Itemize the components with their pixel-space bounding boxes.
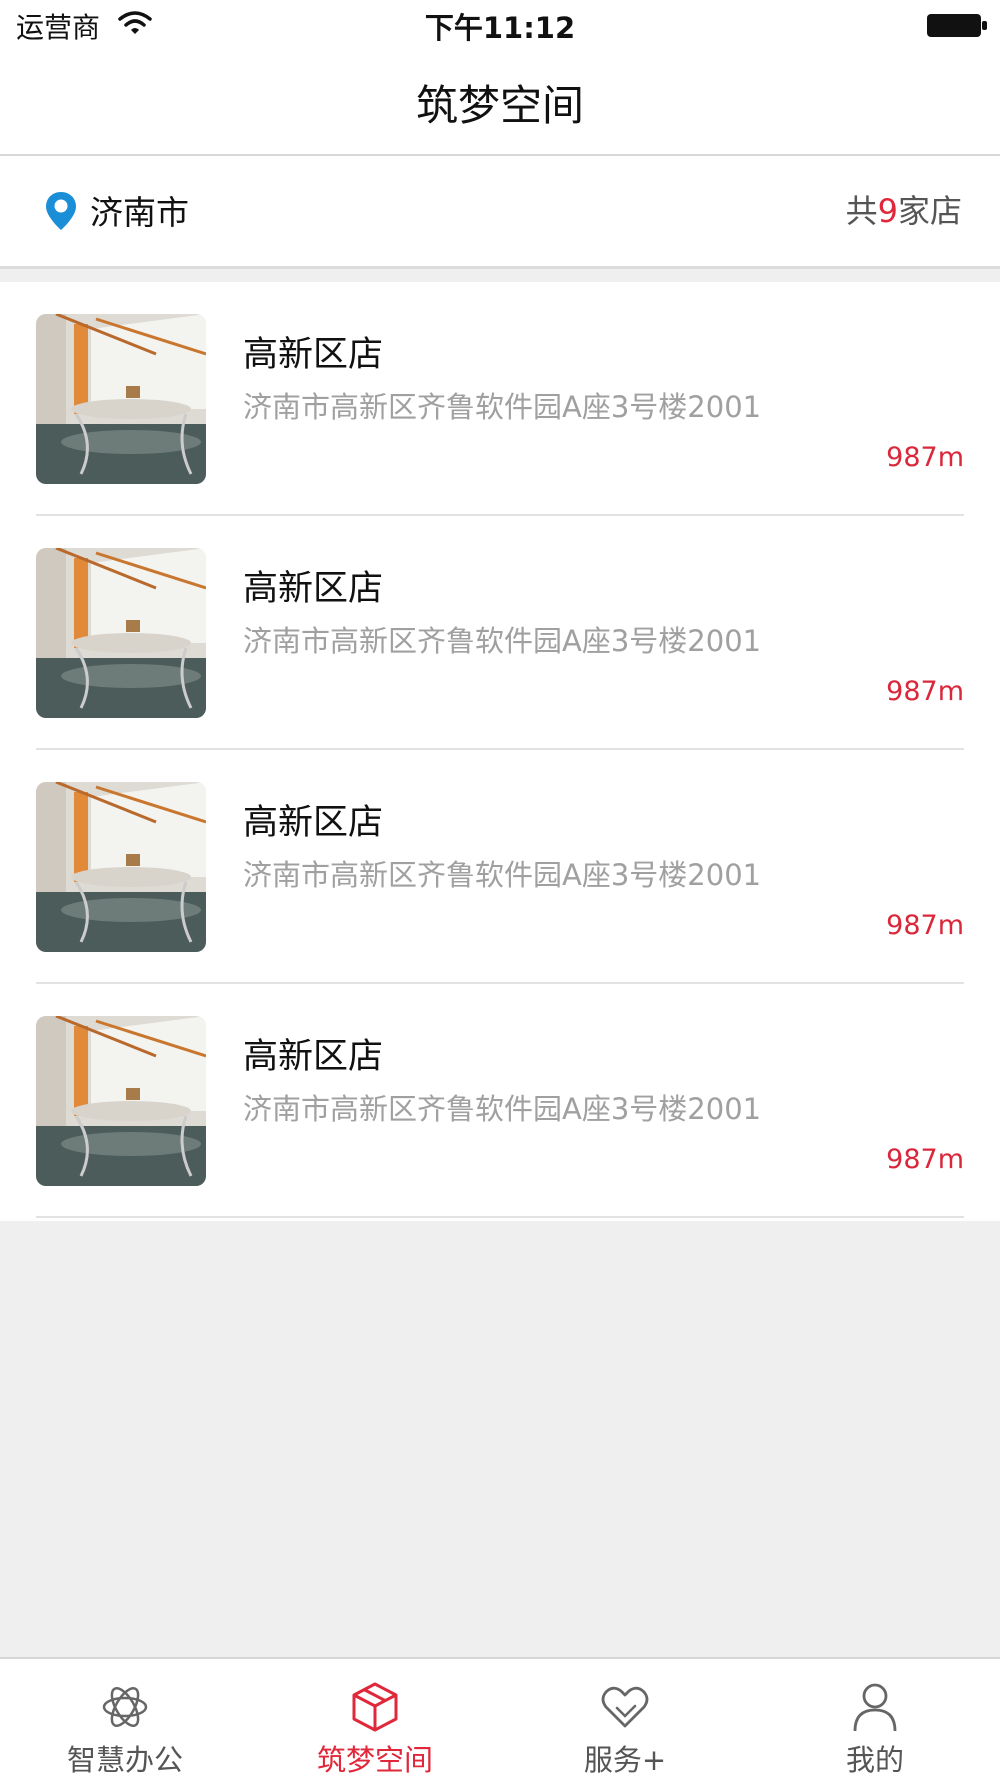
tab-services[interactable]: 服务+ (500, 1659, 750, 1778)
page-title: 筑梦空间 (415, 81, 584, 130)
store-address: 济南市高新区齐鲁软件园A座3号楼2001 (243, 1092, 762, 1126)
status-bar: 运营商 下午11:12 (0, 0, 1000, 52)
store-count: 共9家店 (846, 186, 962, 232)
person-icon (853, 1683, 897, 1732)
tab-bar: 智慧办公 筑梦空间 服务+ 我的 (0, 1657, 1000, 1778)
store-count-number: 9 (877, 192, 898, 230)
divider (36, 1216, 964, 1218)
battery-icon (927, 14, 987, 37)
atom-icon (102, 1687, 148, 1727)
store-thumbnail (36, 548, 206, 718)
store-count-suffix: 家店 (897, 192, 962, 230)
store-address: 济南市高新区齐鲁软件园A座3号楼2001 (243, 390, 762, 424)
store-distance: 987m (886, 910, 964, 941)
store-count-prefix: 共 (845, 192, 878, 230)
store-name: 高新区店 (243, 335, 384, 375)
store-distance: 987m (886, 1144, 964, 1175)
city-selector[interactable]: 济南市 (90, 186, 189, 234)
store-distance: 987m (886, 442, 964, 473)
tab-label: 智慧办公 (66, 1743, 183, 1777)
app-screen: 运营商 下午11:12 筑梦空间 济南市 共9家店 高新区店 济南市高新区齐鲁软… (0, 0, 1000, 1778)
tab-smart-office[interactable]: 智慧办公 (0, 1659, 250, 1778)
store-name: 高新区店 (243, 569, 384, 609)
store-list-item[interactable]: 高新区店 济南市高新区齐鲁软件园A座3号楼2001 987m (0, 984, 1000, 1218)
store-name: 高新区店 (243, 803, 384, 843)
location-bar: 济南市 共9家店 (0, 156, 1000, 269)
store-thumbnail (36, 1016, 206, 1186)
tab-label: 筑梦空间 (316, 1743, 433, 1777)
store-list-item[interactable]: 高新区店 济南市高新区齐鲁软件园A座3号楼2001 987m (0, 750, 1000, 984)
store-address: 济南市高新区齐鲁软件园A座3号楼2001 (243, 858, 762, 892)
store-list-item[interactable]: 高新区店 济南市高新区齐鲁软件园A座3号楼2001 987m (0, 516, 1000, 750)
heart-tag-icon (601, 1686, 649, 1728)
store-thumbnail (36, 314, 206, 484)
box-icon (352, 1682, 398, 1732)
navigation-bar: 筑梦空间 (0, 52, 1000, 156)
store-thumbnail (36, 782, 206, 952)
tab-label: 服务+ (583, 1743, 667, 1777)
store-list: 高新区店 济南市高新区齐鲁软件园A座3号楼2001 987m 高新区店 济南市高… (0, 282, 1000, 1221)
status-time: 下午11:12 (424, 11, 576, 45)
store-list-item[interactable]: 高新区店 济南市高新区齐鲁软件园A座3号楼2001 987m (0, 282, 1000, 516)
location-pin-icon[interactable] (44, 190, 78, 232)
store-distance: 987m (886, 676, 964, 707)
tab-dream-space[interactable]: 筑梦空间 (250, 1659, 500, 1778)
store-address: 济南市高新区齐鲁软件园A座3号楼2001 (243, 624, 762, 658)
tab-mine[interactable]: 我的 (750, 1659, 1000, 1778)
tab-label: 我的 (845, 1743, 904, 1777)
store-name: 高新区店 (243, 1037, 384, 1077)
